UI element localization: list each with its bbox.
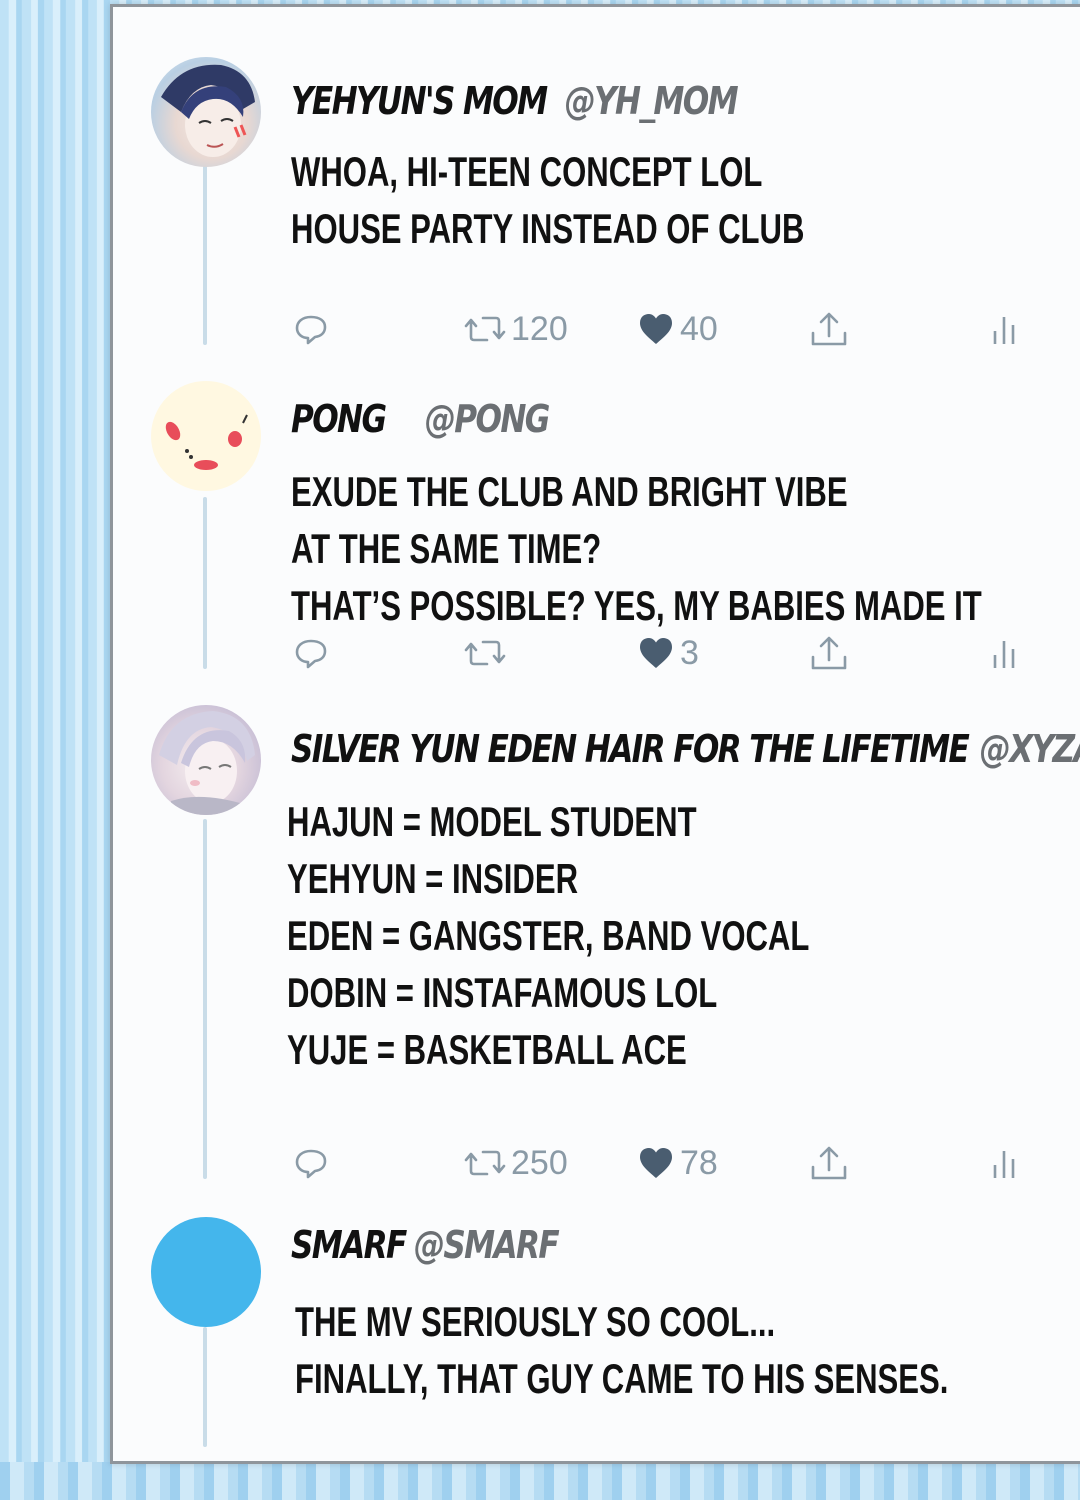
analytics-button[interactable] [991, 1141, 1017, 1185]
avatar[interactable] [151, 705, 261, 815]
share-icon [811, 312, 847, 346]
tweet-line: EXUDE THE CLUB AND BRIGHT VIBE [291, 468, 848, 515]
reply-icon [295, 1149, 327, 1179]
retweet-icon [464, 640, 506, 666]
tweet-thread-panel: YEHYUN'S MOM @YH_MOM WHOA, HI-TEEN CONCEP… [110, 4, 1080, 1464]
like-button[interactable]: 3 [638, 631, 699, 675]
tweet-text: THE MV SERIOUSLY SO COOL... FINALLY, THA… [295, 1293, 948, 1407]
heart-icon [640, 314, 672, 344]
tweet-actions: 3 [113, 631, 1080, 675]
display-name[interactable]: SMARF [291, 1223, 407, 1267]
like-button[interactable]: 40 [638, 307, 718, 351]
share-icon [811, 636, 847, 670]
analytics-icon [993, 641, 1015, 668]
reply-button[interactable] [293, 631, 329, 675]
tweet-actions: 250 78 [113, 1141, 1080, 1185]
display-name[interactable]: YEHYUN'S MOM [291, 79, 548, 123]
analytics-button[interactable] [991, 307, 1017, 351]
thread-line [203, 1327, 207, 1447]
thread-line [203, 819, 207, 1179]
reply-button[interactable] [293, 1141, 329, 1185]
retweet-icon [464, 1150, 506, 1176]
tweet-line: AT THE SAME TIME? [291, 525, 602, 572]
share-button[interactable] [809, 1141, 849, 1185]
retweet-button[interactable]: 120 [463, 307, 568, 351]
tweet-line: THE MV SERIOUSLY SO COOL... [295, 1298, 776, 1345]
user-handle[interactable]: @YH_MOM [565, 79, 739, 123]
retweet-count: 120 [511, 309, 568, 348]
analytics-button[interactable] [991, 631, 1017, 675]
like-count: 3 [680, 633, 699, 672]
reply-button[interactable] [293, 307, 329, 351]
tweet-line: EDEN = GANGSTER, BAND VOCAL [287, 912, 810, 959]
like-count: 78 [680, 1143, 718, 1182]
avatar[interactable] [151, 57, 261, 167]
tweet-line: FINALLY, THAT GUY CAME TO HIS SENSES. [295, 1355, 949, 1402]
tweet-header: PONG @PONG [291, 397, 551, 441]
reply-icon [295, 639, 327, 669]
retweet-button[interactable] [463, 631, 511, 675]
analytics-icon [993, 317, 1015, 344]
share-button[interactable] [809, 307, 849, 351]
heart-icon [640, 1148, 672, 1178]
tweet-header: SMARF @SMARF [291, 1223, 560, 1267]
avatar[interactable] [151, 1217, 261, 1327]
tweet-line: WHOA, HI-TEEN CONCEPT LOL [291, 148, 763, 195]
retweet-button[interactable]: 250 [463, 1141, 568, 1185]
heart-icon [640, 638, 672, 668]
share-button[interactable] [809, 631, 849, 675]
tweet-text: EXUDE THE CLUB AND BRIGHT VIBE AT THE SA… [291, 463, 982, 634]
tweet-line: YEHYUN = INSIDER [287, 855, 579, 902]
avatar[interactable] [151, 381, 261, 491]
tweet-line: YUJE = BASKETBALL ACE [287, 1026, 687, 1073]
tweet-line: THAT’S POSSIBLE? YES, MY BABIES MADE IT [291, 582, 982, 629]
tweet-header: YEHYUN'S MOM @YH_MOM [291, 79, 739, 123]
reply-icon [295, 315, 327, 345]
user-handle[interactable]: @PONG [425, 397, 551, 441]
tweet-line: HOUSE PARTY INSTEAD OF CLUB [291, 205, 805, 252]
display-name[interactable]: PONG [291, 397, 387, 441]
retweet-count: 250 [511, 1143, 568, 1182]
tweet-text: WHOA, HI-TEEN CONCEPT LOL HOUSE PARTY IN… [291, 143, 804, 257]
retweet-icon [464, 316, 506, 342]
tweet-actions: 120 40 [113, 307, 1080, 351]
user-handle[interactable]: @XYZA [980, 727, 1080, 771]
tweet-header: SILVER YUN EDEN HAIR FOR THE LIFETIME @XY… [291, 727, 1080, 771]
tweet-line: HAJUN = MODEL STUDENT [287, 798, 697, 845]
display-name[interactable]: SILVER YUN EDEN HAIR FOR THE LIFETIME [291, 727, 970, 771]
tweet-line: DOBIN = INSTAFAMOUS LOL [287, 969, 718, 1016]
analytics-icon [993, 1151, 1015, 1178]
background-stripes [0, 1462, 1080, 1500]
share-icon [811, 1146, 847, 1180]
tweet-text: HAJUN = MODEL STUDENT YEHYUN = INSIDER E… [287, 793, 809, 1078]
like-count: 40 [680, 309, 718, 348]
like-button[interactable]: 78 [638, 1141, 718, 1185]
user-handle[interactable]: @SMARF [414, 1223, 560, 1267]
